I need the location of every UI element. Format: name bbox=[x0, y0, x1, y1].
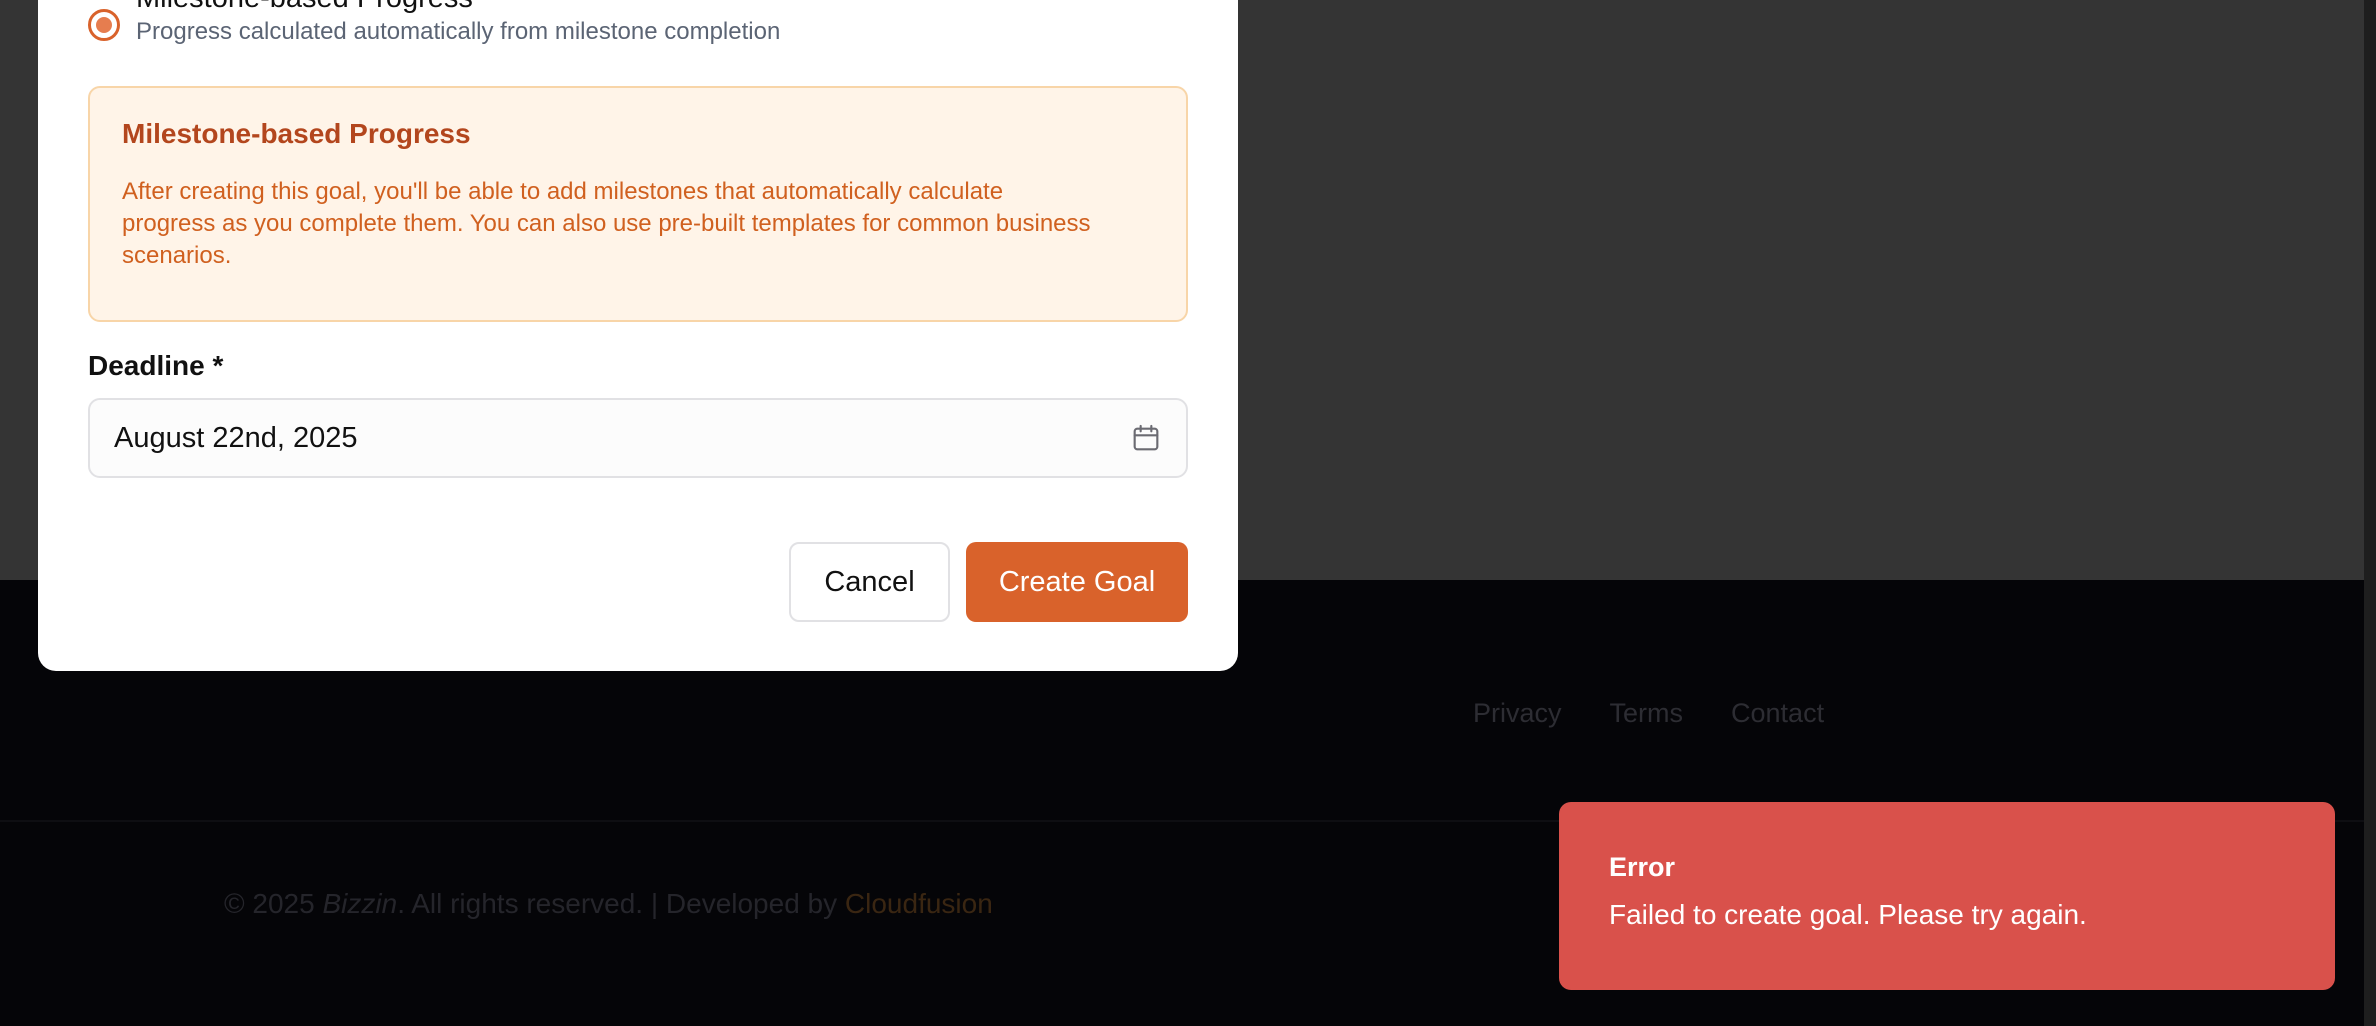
create-goal-dialog: Milestone-based Progress Progress calcul… bbox=[38, 0, 1238, 671]
footer-link-privacy[interactable]: Privacy bbox=[1473, 698, 1562, 729]
deadline-label: Deadline * bbox=[88, 350, 224, 381]
deadline-date-picker[interactable]: August 22nd, 2025 bbox=[88, 398, 1188, 478]
progress-option-description: Progress calculated automatically from m… bbox=[136, 18, 781, 45]
cancel-button[interactable]: Cancel bbox=[789, 542, 950, 622]
info-box-text: After creating this goal, you'll be able… bbox=[122, 178, 1091, 269]
copyright: © 2025 Bizzin. All rights reserved. | De… bbox=[224, 888, 993, 920]
radio-dot bbox=[96, 17, 112, 33]
toast-message: Failed to create goal. Please try again. bbox=[1609, 899, 2087, 930]
copyright-prefix: © 2025 bbox=[224, 888, 323, 919]
deadline-value: August 22nd, 2025 bbox=[114, 421, 358, 454]
page-scrollbar[interactable] bbox=[2364, 0, 2376, 1026]
calendar-icon[interactable] bbox=[1130, 422, 1162, 454]
brand-name: Bizzin bbox=[322, 888, 398, 919]
toast-title: Error bbox=[1609, 852, 1676, 882]
developer-link[interactable]: Cloudfusion bbox=[845, 888, 993, 919]
progress-option-title: Milestone-based Progress bbox=[136, 0, 780, 16]
error-toast[interactable]: Error Failed to create goal. Please try … bbox=[1559, 802, 2335, 990]
info-box-title: Milestone-based Progress bbox=[122, 118, 471, 149]
create-goal-button[interactable]: Create Goal bbox=[966, 542, 1188, 622]
footer-links: Privacy Terms Contact bbox=[1473, 698, 1824, 729]
footer-link-contact[interactable]: Contact bbox=[1731, 698, 1824, 729]
progress-option-milestone[interactable]: Milestone-based Progress Progress calcul… bbox=[88, 0, 780, 48]
copyright-suffix: . All rights reserved. | Developed by bbox=[397, 888, 845, 919]
footer-link-terms[interactable]: Terms bbox=[1610, 698, 1684, 729]
milestone-info-box: Milestone-based Progress After creating … bbox=[88, 86, 1188, 322]
radio-selected-icon[interactable] bbox=[88, 9, 120, 41]
